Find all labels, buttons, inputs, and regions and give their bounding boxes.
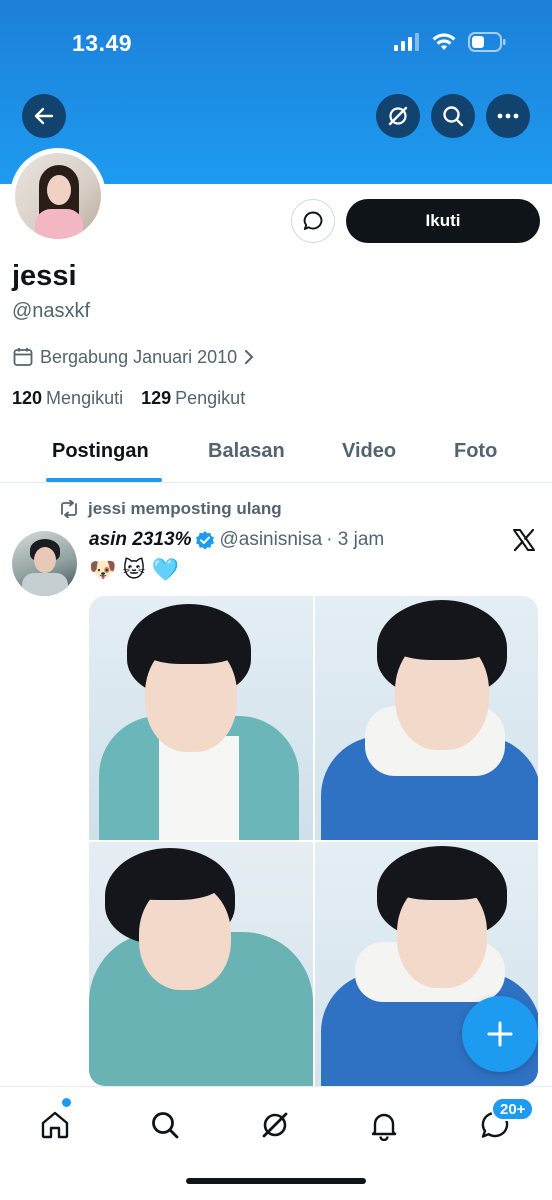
follow-button[interactable]: Ikuti bbox=[346, 199, 540, 243]
home-unread-dot bbox=[62, 1098, 71, 1107]
post-photo-1[interactable] bbox=[89, 596, 313, 840]
post-text: 🐶 🐱 🩵 bbox=[89, 557, 179, 582]
following-count: 120 bbox=[12, 388, 43, 408]
post-time: · 3 jam bbox=[326, 529, 385, 550]
post-author-name[interactable]: asin 2313% bbox=[89, 529, 191, 551]
compose-button[interactable] bbox=[462, 996, 538, 1072]
calendar-icon bbox=[13, 348, 33, 366]
plus-icon bbox=[487, 1021, 513, 1047]
arrow-left-icon bbox=[34, 107, 54, 125]
post-author-avatar[interactable] bbox=[12, 531, 77, 596]
home-icon bbox=[41, 1111, 69, 1139]
status-indicators bbox=[394, 32, 506, 52]
battery-icon bbox=[468, 32, 506, 52]
nav-search[interactable] bbox=[145, 1105, 185, 1145]
x-logo-icon[interactable] bbox=[512, 528, 536, 552]
back-button[interactable] bbox=[22, 94, 66, 138]
tab-posts[interactable]: Postingan bbox=[52, 440, 149, 463]
joined-text: Bergabung Januari 2010 bbox=[40, 346, 238, 367]
messages-badge: 20+ bbox=[491, 1097, 535, 1121]
post-photo-3[interactable] bbox=[89, 842, 313, 1086]
repost-indicator: jessi memposting ulang bbox=[58, 499, 282, 519]
post-author-handle[interactable]: @asinisnisa bbox=[219, 529, 322, 551]
nav-grok[interactable] bbox=[255, 1105, 295, 1145]
post-header: asin 2313% @asinisnisa · 3 jam bbox=[89, 529, 384, 551]
more-icon bbox=[497, 113, 519, 119]
joined-date[interactable]: Bergabung Januari 2010 bbox=[12, 346, 255, 368]
signal-icon bbox=[394, 33, 419, 51]
tab-photos[interactable]: Foto bbox=[454, 440, 497, 463]
chevron-right-icon bbox=[245, 350, 254, 364]
active-tab-indicator bbox=[46, 478, 162, 482]
profile-name: jessi bbox=[12, 260, 77, 292]
status-time: 13.49 bbox=[72, 30, 133, 56]
profile-tabs: Postingan Balasan Video Foto bbox=[0, 428, 552, 483]
search-icon bbox=[443, 106, 464, 127]
following-link[interactable]: 120 Mengikuti bbox=[12, 388, 123, 409]
home-indicator bbox=[186, 1178, 366, 1184]
followers-label: Pengikut bbox=[175, 388, 246, 408]
search-button[interactable] bbox=[431, 94, 475, 138]
verified-badge-icon bbox=[196, 531, 215, 550]
profile-handle: @nasxkf bbox=[12, 300, 91, 322]
repost-icon bbox=[61, 500, 77, 518]
profile-avatar[interactable] bbox=[10, 148, 106, 244]
grok-button[interactable] bbox=[376, 94, 420, 138]
message-button[interactable] bbox=[291, 199, 335, 243]
bell-icon bbox=[371, 1113, 397, 1141]
post-photo-2[interactable] bbox=[314, 596, 538, 840]
grok-icon bbox=[262, 1112, 288, 1138]
following-label: Mengikuti bbox=[46, 388, 124, 408]
wifi-icon bbox=[432, 33, 456, 50]
avatar-photo bbox=[15, 153, 101, 239]
message-bubble-icon bbox=[303, 211, 323, 230]
nav-home[interactable] bbox=[35, 1105, 75, 1145]
tab-replies[interactable]: Balasan bbox=[208, 440, 285, 463]
grok-icon bbox=[388, 106, 408, 126]
follow-stats: 120 Mengikuti 129 Pengikut bbox=[12, 388, 245, 409]
tab-video[interactable]: Video bbox=[342, 440, 396, 463]
more-options-button[interactable] bbox=[486, 94, 530, 138]
followers-link[interactable]: 129 Pengikut bbox=[141, 388, 245, 409]
search-icon bbox=[152, 1112, 179, 1139]
nav-notifications[interactable] bbox=[364, 1105, 404, 1145]
followers-count: 129 bbox=[141, 388, 172, 408]
repost-text: jessi memposting ulang bbox=[88, 499, 282, 518]
